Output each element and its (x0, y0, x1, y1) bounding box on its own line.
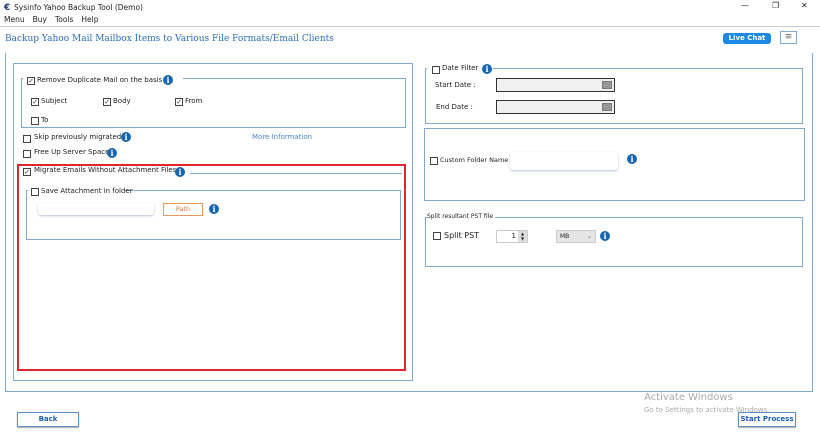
from-checkbox[interactable]: ✓ (175, 98, 183, 106)
body-label: Body (113, 97, 131, 105)
close-button[interactable]: ✕ (801, 1, 808, 10)
app-icon: € (4, 3, 11, 13)
info-icon[interactable]: i (163, 75, 173, 85)
migrate-without-attachments-checkbox[interactable]: ✓ (23, 168, 31, 176)
start-date-label: Start Date : (435, 81, 476, 89)
end-date-label: End Date : (436, 103, 473, 111)
from-label: From (185, 97, 203, 105)
info-icon[interactable]: i (600, 231, 610, 241)
split-unit-select[interactable]: MB ⌄ (556, 230, 596, 243)
menu-item-help[interactable]: Help (81, 15, 98, 24)
hamburger-menu-button[interactable]: ≡ (780, 31, 797, 44)
info-icon[interactable]: i (627, 154, 637, 164)
custom-folder-checkbox[interactable] (430, 157, 438, 165)
save-attachment-label: Save Attachment in folder (41, 187, 133, 195)
menu-item-tools[interactable]: Tools (55, 15, 73, 24)
info-icon[interactable]: i (209, 204, 219, 214)
info-icon[interactable]: i (175, 167, 185, 177)
free-up-checkbox[interactable] (23, 150, 31, 158)
start-date-picker[interactable] (496, 78, 615, 92)
body-checkbox[interactable]: ✓ (103, 98, 111, 106)
chevron-down-icon: ⌄ (586, 233, 592, 240)
attachment-path-input[interactable] (38, 203, 154, 215)
to-label: To (41, 116, 49, 124)
skip-migrated-label: Skip previously migrated (34, 133, 122, 141)
migrate-without-attachments-label: Migrate Emails Without Attachment Files (34, 166, 177, 174)
window-title: Sysinfo Yahoo Backup Tool (Demo) (14, 3, 143, 12)
skip-migrated-checkbox[interactable] (23, 135, 31, 143)
to-checkbox[interactable] (31, 117, 39, 125)
remove-duplicate-checkbox[interactable]: ✓ (27, 77, 35, 85)
save-attachment-group (26, 190, 401, 240)
menu-divider (0, 26, 820, 27)
date-filter-checkbox[interactable] (432, 66, 440, 74)
save-attachment-checkbox[interactable] (31, 188, 39, 196)
path-button[interactable]: Path (163, 203, 203, 216)
split-pst-checkbox[interactable] (433, 232, 441, 240)
custom-folder-label: Custom Folder Name (440, 156, 509, 164)
remove-duplicate-group (21, 78, 406, 128)
menu-bar: Menu Buy Tools Help (4, 15, 99, 24)
split-group-label: Split resultant PST file (427, 213, 496, 220)
split-unit-value: MB (560, 233, 570, 240)
menu-item-menu[interactable]: Menu (4, 15, 25, 24)
info-icon[interactable]: i (121, 132, 131, 142)
info-icon[interactable]: i (482, 64, 492, 74)
date-filter-group (425, 68, 803, 124)
subject-label: Subject (41, 97, 68, 105)
live-chat-button[interactable]: Live Chat (723, 33, 771, 44)
split-size-value: 1 (511, 232, 516, 240)
spinner-arrows-icon[interactable]: ▲ ▼ (518, 231, 527, 242)
free-up-label: Free Up Server Space (34, 148, 110, 156)
date-filter-label: Date Filter (442, 64, 479, 72)
subject-checkbox[interactable]: ✓ (31, 98, 39, 106)
custom-folder-input[interactable] (510, 152, 618, 170)
back-button[interactable]: Back (17, 412, 79, 427)
calendar-icon[interactable] (602, 81, 612, 89)
split-pst-label: Split PST (444, 231, 480, 240)
remove-duplicate-label: Remove Duplicate Mail on the basis (37, 76, 163, 84)
calendar-icon[interactable] (602, 103, 612, 111)
split-pst-group (425, 217, 803, 267)
split-size-spinner[interactable]: 1 ▲ ▼ (496, 230, 528, 243)
minimize-button[interactable]: — (741, 1, 749, 10)
start-process-button[interactable]: Start Process (738, 412, 796, 427)
end-date-picker[interactable] (496, 100, 615, 114)
page-title: Backup Yahoo Mail Mailbox Items to Vario… (5, 34, 334, 44)
info-icon[interactable]: i (107, 148, 117, 158)
menu-item-buy[interactable]: Buy (33, 15, 47, 24)
more-information-link[interactable]: More Information (252, 133, 312, 141)
restore-button[interactable]: ❐ (772, 1, 779, 10)
activate-windows-title: Activate Windows (644, 392, 733, 403)
migrate-group-line (190, 173, 402, 174)
